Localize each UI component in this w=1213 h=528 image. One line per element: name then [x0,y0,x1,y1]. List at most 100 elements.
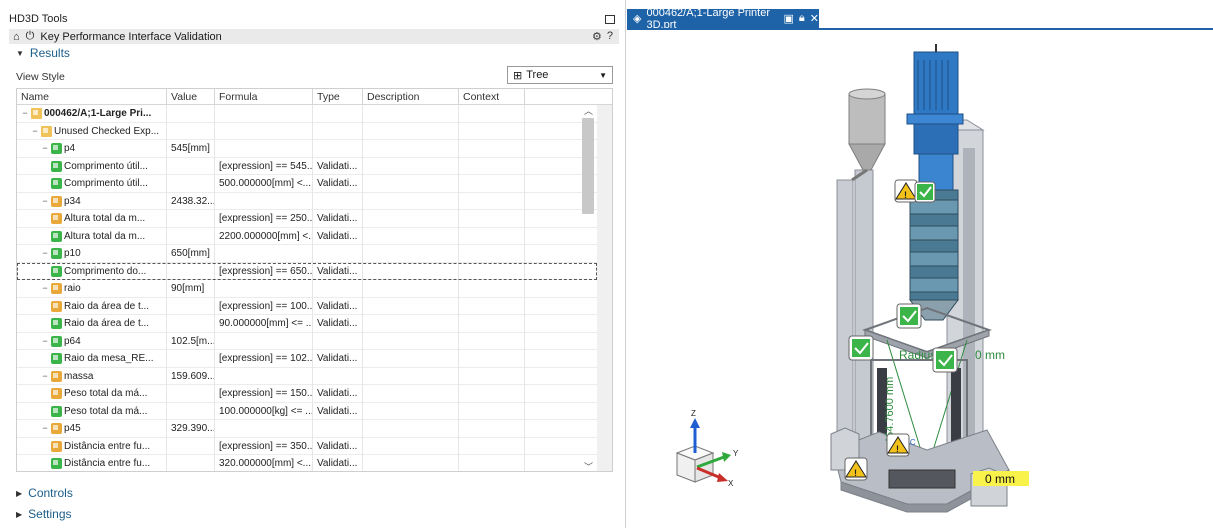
col-header-name[interactable]: Name [17,89,167,105]
table-row[interactable]: Distância entre fu... [expression] == 350… [17,437,597,455]
row-description-cell [363,420,459,438]
settings-section-header[interactable]: ▶ Settings [16,507,72,521]
collapse-toggle-icon[interactable]: − [41,140,49,158]
part-file-tab[interactable]: ◈ 000462/A;1-Large Printer 3D.prt ▣ 🔒︎ ✕ [627,7,819,31]
table-row[interactable]: − p10 650[mm] [17,245,597,263]
maximize-icon[interactable] [605,14,615,24]
col-header-context[interactable]: Context [459,89,525,105]
row-name-text: Distância entre fu... [64,440,151,452]
col-header-formula[interactable]: Formula [215,89,313,105]
collapse-toggle-icon[interactable]: − [41,368,49,386]
row-description-cell [363,437,459,455]
row-type-cell: Validati... [313,227,363,245]
kpi-header: ⌂ ⏻ Key Performance Interface Validation… [9,29,619,44]
expand-triangle-icon: ▼ [16,48,24,58]
row-type-cell [313,245,363,263]
help-icon[interactable]: ? [607,30,613,43]
row-description-cell [363,297,459,315]
row-type-cell [313,332,363,350]
chevron-up-icon[interactable]: ︿ [584,104,593,117]
vertical-scrollbar[interactable] [597,105,612,471]
table-row[interactable]: Comprimento útil... 500.000000[mm] <... Va… [17,175,597,193]
check-status-icon [51,265,62,277]
collapse-toggle-icon[interactable]: − [21,105,29,123]
row-name-text: Distância entre fu... [64,458,151,469]
check-status-icon [51,458,62,470]
table-row[interactable]: − raio 90[mm] [17,280,597,298]
warning-status-icon [51,283,62,295]
table-row[interactable]: Distância entre fu... 320.000000[mm] <...… [17,455,597,471]
table-row[interactable]: − p4 545[mm] [17,140,597,158]
row-description-cell [363,350,459,368]
settings-gear-icon[interactable]: ⚙ [592,30,602,43]
col-header-description[interactable]: Description [363,89,459,105]
warning-status-icon [51,370,62,382]
row-name-cell: − massa [17,367,167,386]
row-formula-cell [215,280,313,298]
row-name-cell: Altura total da m... [17,210,167,228]
collapse-toggle-icon[interactable]: − [41,193,49,211]
table-row[interactable]: Peso total da má... [expression] == 150..… [17,385,597,403]
table-row[interactable]: − massa 159.609... [17,367,597,386]
row-description-cell [363,210,459,228]
view-style-dropdown[interactable]: ⊞ Tree ▼ [507,66,613,84]
table-row[interactable]: Raio da área de t... 90.000000[mm] <= ...… [17,315,597,333]
warning-status-icon [51,300,62,312]
row-name-text: Raio da área de t... [64,318,150,329]
collapse-toggle-icon[interactable]: − [41,333,49,351]
row-name-cell: Comprimento útil... [17,175,167,193]
collapse-toggle-icon[interactable]: − [41,280,49,298]
power-icon[interactable]: ⏻ [26,30,35,43]
table-row[interactable]: Comprimento do... [expression] == 650... V… [17,262,597,280]
home-icon[interactable]: ⌂ [13,31,20,43]
chevron-down-icon[interactable]: ﹀ [584,460,593,473]
row-name-text: p34 [64,195,81,207]
3d-viewport[interactable]: Z Y X Radius 0 mm 464.7600 mm ZC 0 mm ! … [627,30,1213,528]
results-section-header[interactable]: ▼ Results [16,46,70,60]
table-row[interactable]: − p64 102.5[m... [17,332,597,351]
table-row[interactable]: Altura total da m... [expression] == 250.… [17,210,597,228]
row-formula-cell: [expression] == 545... [215,157,313,175]
table-row[interactable]: Raio da área de t... [expression] == 100.… [17,297,597,315]
lock-icon[interactable]: 🔒︎ [799,12,805,25]
col-header-type[interactable]: Type [313,89,363,105]
printer-model: Radius 0 mm 464.7600 mm ZC 0 mm [830,44,1029,513]
row-value-cell [167,455,215,471]
row-name-text: massa [64,370,94,382]
warning-marker-icon[interactable]: ! [886,433,910,457]
check-marker-icon[interactable] [932,347,958,373]
row-context-cell [459,105,525,123]
warning-marker-icon[interactable]: ! [894,179,918,203]
row-value-cell [167,262,215,280]
warning-status-icon [51,213,62,225]
check-marker-icon[interactable] [896,303,922,329]
controls-section-header[interactable]: ▶ Controls [16,486,73,500]
collapse-toggle-icon[interactable]: − [41,420,49,438]
table-row[interactable]: Peso total da má... 100.000000[kg] <= ...… [17,402,597,420]
row-formula-cell: [expression] == 350... [215,437,313,455]
table-row[interactable]: − Unused Checked Exp... [17,122,597,141]
warning-marker-icon[interactable]: ! [844,457,868,481]
tab-pin-icon[interactable]: ▣ [784,12,794,25]
scrollbar-thumb[interactable] [582,118,594,214]
row-name-text: Raio da mesa_RE... [64,353,154,364]
collapse-toggle-icon[interactable]: − [31,123,39,141]
row-name-cell: Raio da mesa_RE... [17,350,167,368]
table-row[interactable]: − p34 2438.32... [17,192,597,211]
close-icon[interactable]: ✕ [810,12,819,25]
table-row[interactable]: − 000462/A;1-Large Pri... [17,105,597,123]
table-row[interactable]: Altura total da m... 2200.000000[mm] <...… [17,227,597,245]
row-type-cell [313,280,363,298]
check-marker-icon[interactable] [914,181,936,203]
table-row[interactable]: Comprimento útil... [expression] == 545..… [17,157,597,175]
row-context-cell [459,157,525,175]
table-row[interactable]: − p45 329.390... [17,420,597,438]
row-type-cell [313,140,363,158]
check-status-icon [51,230,62,242]
collapse-toggle-icon[interactable]: − [41,245,49,263]
check-marker-icon[interactable] [848,335,874,361]
table-row[interactable]: Raio da mesa_RE... [expression] == 102...… [17,350,597,368]
row-description-cell [363,332,459,350]
col-header-value[interactable]: Value [167,89,215,105]
collapsed-triangle-icon: ▶ [16,509,23,519]
